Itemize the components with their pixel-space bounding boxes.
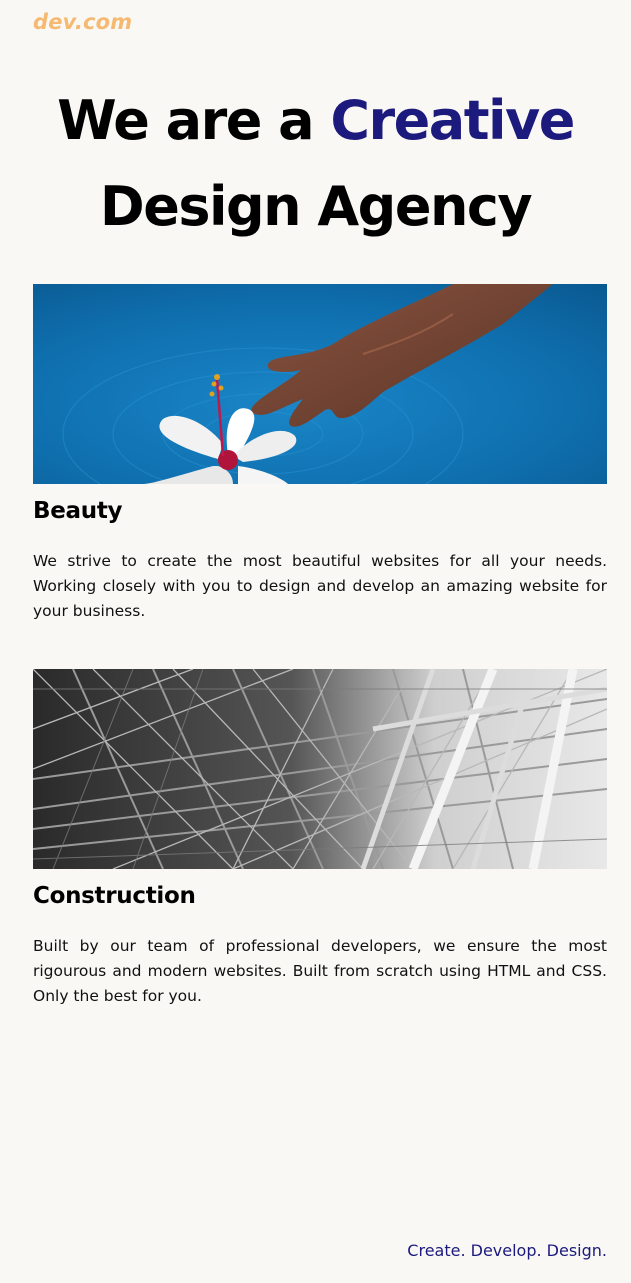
construction-image [33,669,607,869]
hero-heading: We are a Creative Design Agency [20,78,611,250]
hero-line1-prefix: We are a [57,89,331,152]
construction-title: Construction [33,883,196,909]
beauty-image [33,284,607,484]
hero-line2: Design Agency [99,175,533,238]
construction-description: Built by our team of professional develo… [33,937,607,1005]
page: dev.com We are a Creative Design Agency [0,0,631,1283]
beauty-title: Beauty [33,498,123,524]
footer-tagline: Create. Develop. Design. [407,1241,607,1260]
logo-link[interactable]: dev.com [33,10,132,34]
hero-accent-word: Creative [330,89,575,152]
beauty-description: We strive to create the most beautiful w… [33,552,607,620]
